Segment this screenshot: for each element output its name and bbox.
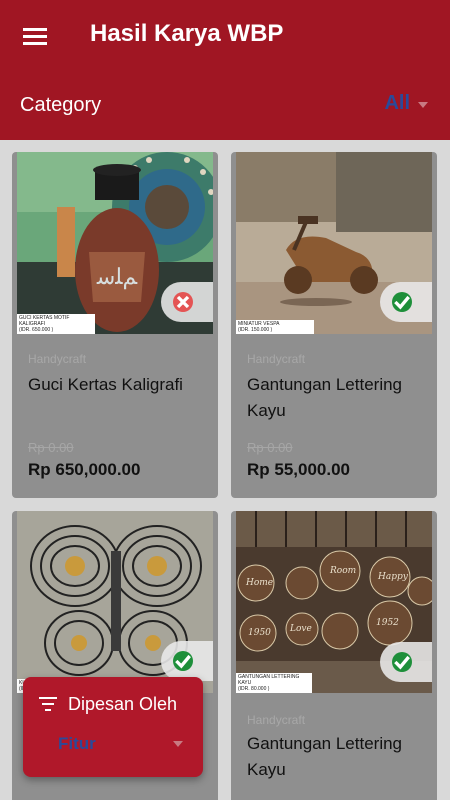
app-bar: Hasil Karya WBP Category All (0, 0, 450, 140)
product-name: Gantungan Lettering Kayu (247, 375, 403, 420)
chevron-down-icon (173, 741, 183, 747)
available-icon (392, 652, 412, 672)
image-caption: MINIATUR VESPA (IDR. 150.000 ) (236, 320, 314, 334)
product-image: Home Room Happy 1950 1952 Love GANTUNGAN LETT… (236, 511, 432, 693)
product-old-price: Rp 0.00 (28, 440, 74, 455)
available-icon (392, 292, 412, 312)
product-card[interactable]: MINIATUR VESPA (IDR. 150.000 ) Handycraft… (231, 152, 437, 498)
image-caption: GUCI KERTAS MOTIF KALIGRAFI (IDR. 650.000… (17, 314, 95, 334)
product-price: Rp 55,000.00 (247, 460, 351, 479)
status-badge (161, 282, 213, 322)
product-category: Handycraft (247, 713, 306, 727)
product-category: Handycraft (28, 352, 87, 366)
sort-label: Dipesan Oleh (68, 694, 178, 714)
category-dropdown[interactable]: All (384, 92, 428, 115)
product-category: Handycraft (247, 352, 306, 366)
category-label: Category (20, 94, 102, 116)
svg-text:Home: Home (245, 578, 273, 588)
svg-text:ﻢﻠﺳ: ﻢﻠﺳ (96, 265, 138, 290)
product-old-price: Rp 0.00 (247, 440, 293, 455)
image-caption: GANTUNGAN LETTERING KAYU (IDR. 80.000 ) (236, 673, 312, 693)
category-dropdown-value: All (384, 92, 410, 114)
product-image: MINIATUR VESPA (IDR. 150.000 ) (236, 152, 432, 334)
status-badge (380, 282, 432, 322)
page-title: Hasil Karya WBP (90, 20, 284, 47)
sort-icon (39, 697, 57, 711)
product-card[interactable]: Home Room Happy 1950 1952 Love GANTUNGAN LETT… (231, 511, 437, 800)
product-price: Rp 650,000.00 (28, 460, 141, 479)
chevron-down-icon (418, 101, 428, 108)
product-name: Guci Kertas Kaligrafi (28, 375, 183, 394)
unavailable-icon (173, 292, 193, 312)
available-icon (173, 651, 193, 671)
status-badge (161, 641, 213, 681)
svg-text:1950: 1950 (248, 628, 271, 638)
sort-panel[interactable]: Dipesan Oleh Fitur (23, 677, 203, 777)
svg-text:Love: Love (289, 624, 312, 634)
svg-text:Room: Room (329, 566, 356, 576)
status-badge (380, 642, 432, 682)
product-name: Gantungan Lettering Kayu (247, 734, 403, 779)
hamburger-menu-icon[interactable] (18, 22, 52, 50)
sort-dropdown[interactable]: Fitur (58, 734, 96, 754)
product-image: ﻢﻠﺳ GUCI KERTAS MOTIF KALIGRAFI (IDR. 650… (17, 152, 213, 334)
product-image: KU(ID (17, 511, 213, 693)
product-card[interactable]: ﻢﻠﺳ GUCI KERTAS MOTIF KALIGRAFI (IDR. 650… (12, 152, 218, 498)
